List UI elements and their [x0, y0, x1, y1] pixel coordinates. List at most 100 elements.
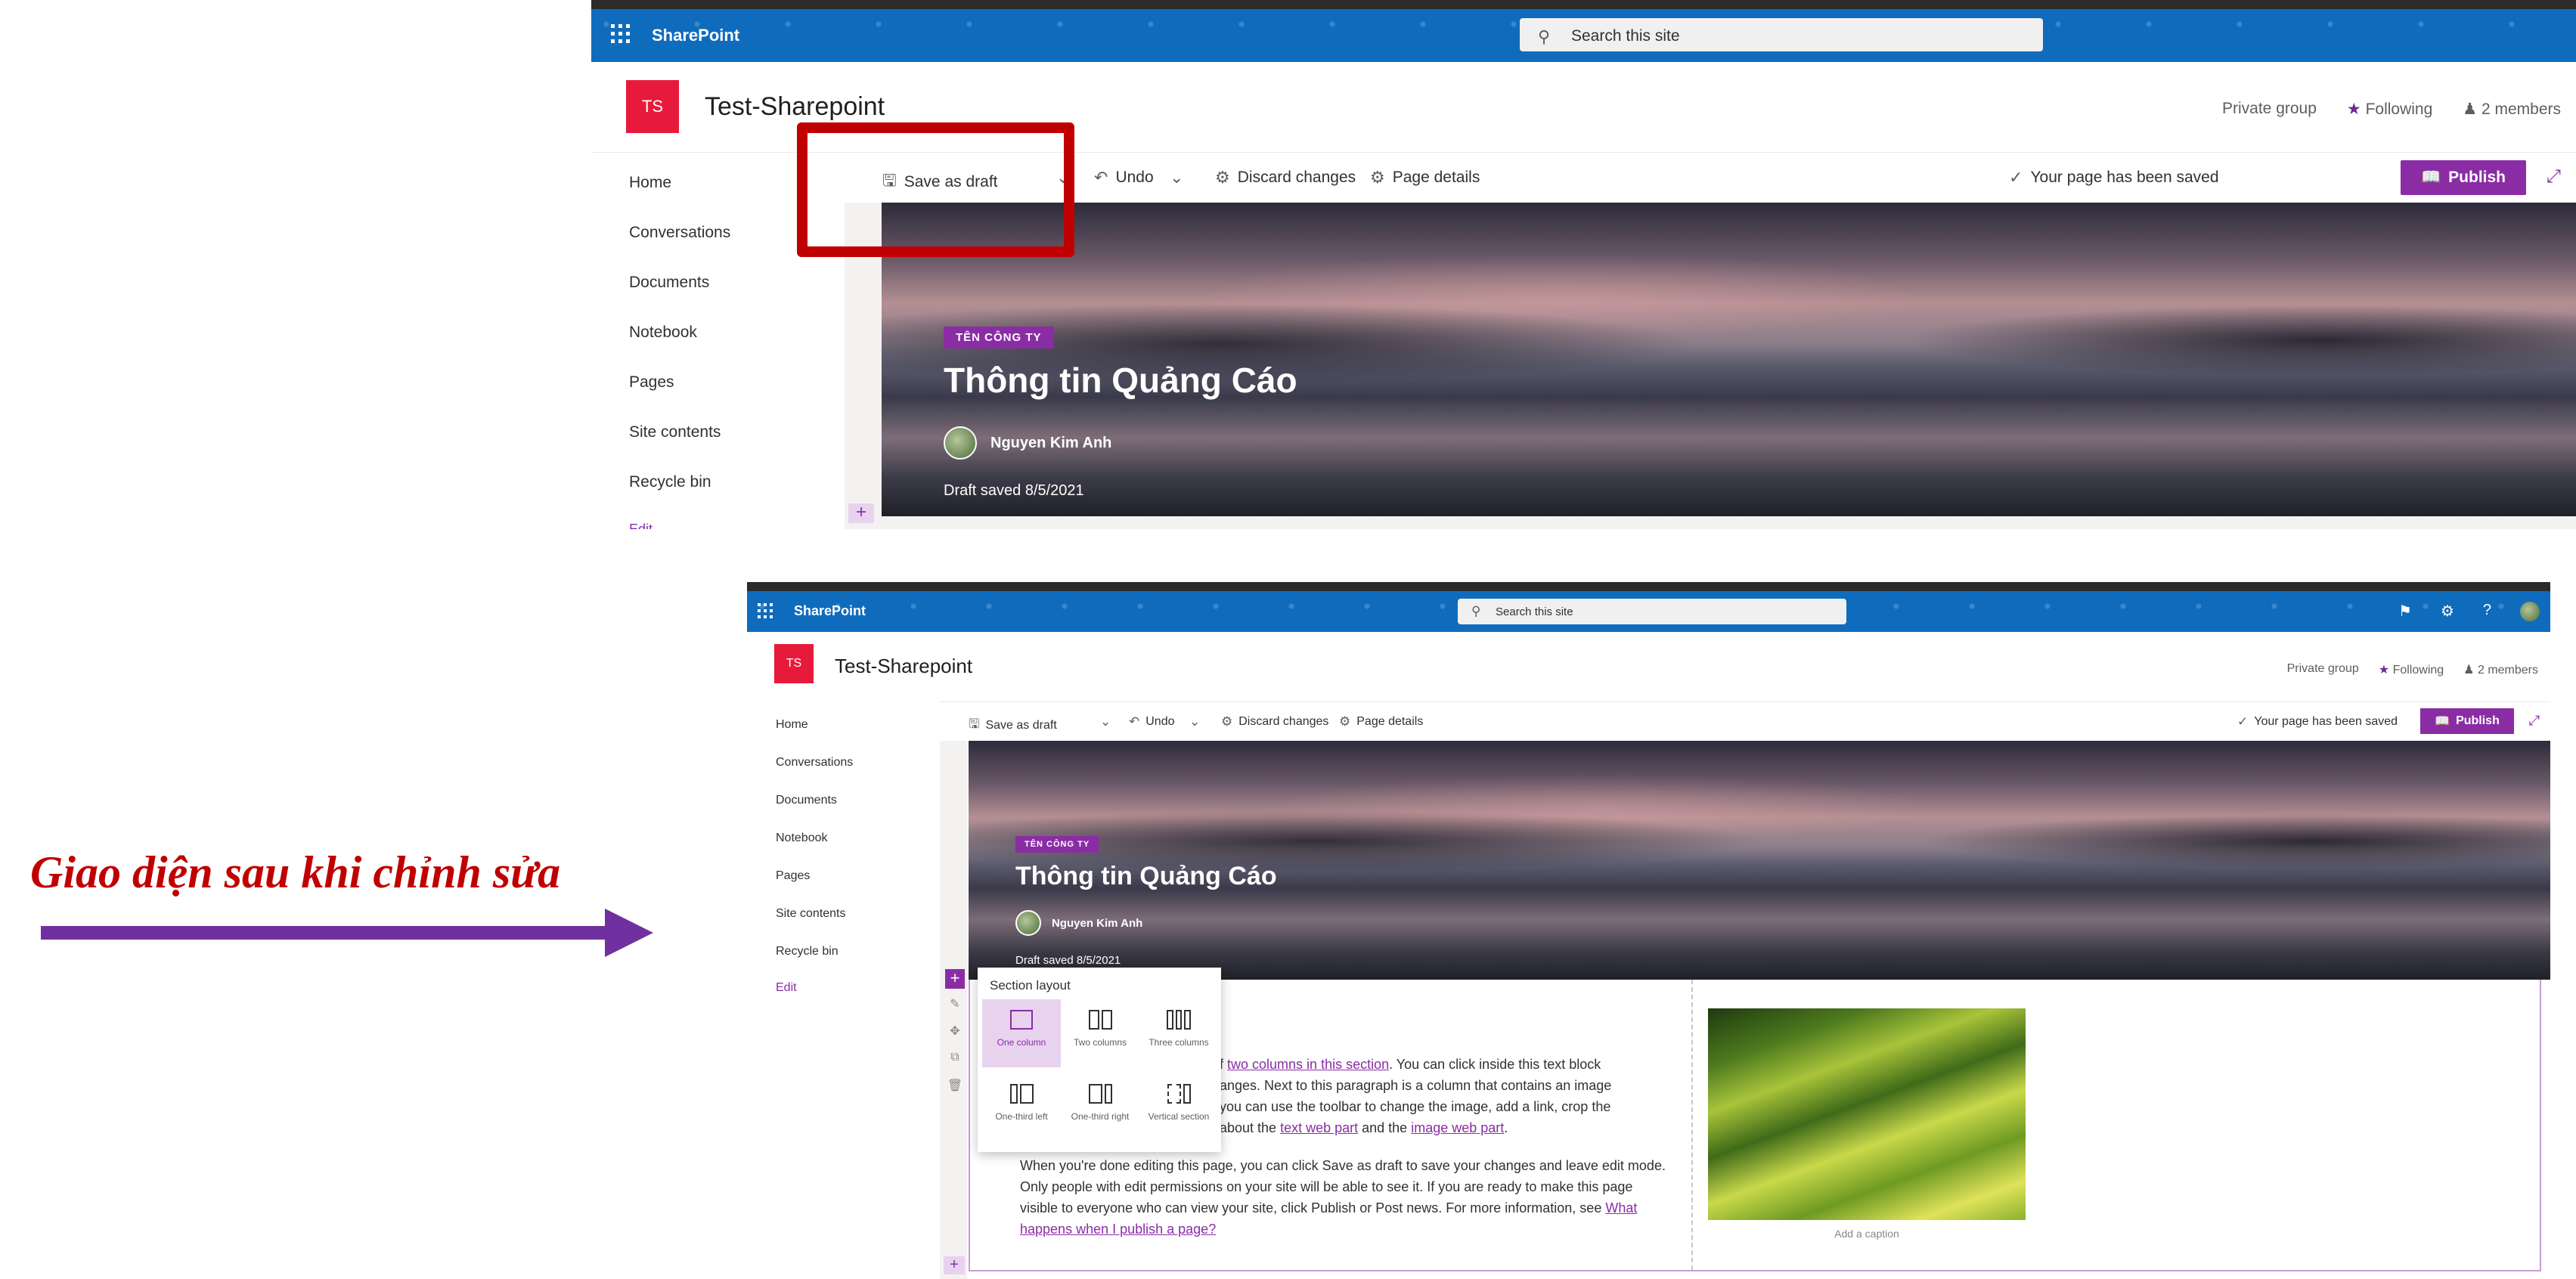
layout-one-third-right[interactable]: One-third right [1061, 1073, 1139, 1141]
settings-gear-icon[interactable]: ⚙ [2441, 602, 2454, 621]
megaphone-icon[interactable]: ⚑ [2398, 602, 2412, 621]
one-column-icon [1009, 1010, 1034, 1030]
app-name[interactable]: SharePoint [794, 603, 866, 619]
site-title[interactable]: Test-Sharepoint [705, 92, 885, 122]
search-placeholder: Search this site [1571, 27, 1680, 45]
app-launcher-icon[interactable] [611, 24, 631, 44]
follow-button[interactable]: ★ Following [2379, 662, 2444, 677]
gear-icon: ⚙ [1339, 714, 1351, 729]
expand-icon[interactable]: ⤢ [2547, 166, 2561, 187]
expand-icon[interactable]: ⤢ [2529, 713, 2540, 729]
layout-label: One-third left [995, 1111, 1048, 1122]
move-section-icon[interactable]: ✥ [945, 1024, 965, 1051]
discard-changes-button[interactable]: ⚙ Discard changes [1221, 714, 1328, 729]
hero-topic-tag[interactable]: TÊN CÔNG TY [1015, 836, 1099, 853]
nav-item-home[interactable]: Home [776, 718, 808, 732]
publish-button[interactable]: 📖 Publish [2420, 708, 2514, 734]
image-caption[interactable]: Add a caption [1708, 1228, 2026, 1240]
avatar [1015, 910, 1041, 936]
two-columns-link[interactable]: two columns in this section [1227, 1057, 1389, 1072]
publish-button[interactable]: 📖 Publish [2401, 160, 2526, 195]
hero-title[interactable]: Thông tin Quảng Cáo [1015, 862, 1277, 891]
undo-button[interactable]: ↶ Undo [1094, 168, 1154, 187]
follow-label: Following [2392, 664, 2444, 677]
nav-item-documents[interactable]: Documents [629, 274, 709, 292]
members-button[interactable]: ♟ 2 members [2463, 662, 2538, 677]
star-icon: ★ [2378, 664, 2390, 677]
help-icon[interactable]: ? [2483, 602, 2491, 621]
site-title[interactable]: Test-Sharepoint [835, 655, 972, 678]
save-dropdown-chevron-icon[interactable]: ⌄ [1100, 714, 1111, 729]
discard-changes-label: Discard changes [1237, 169, 1356, 186]
page-details-button[interactable]: ⚙ Page details [1339, 714, 1423, 729]
account-avatar[interactable] [2520, 602, 2540, 621]
nav-item-documents[interactable]: Documents [776, 794, 837, 807]
column-separator [1691, 980, 1693, 1270]
star-icon: ★ [2346, 101, 2361, 118]
page-details-button[interactable]: ⚙ Page details [1370, 168, 1480, 187]
members-label: 2 members [2477, 664, 2538, 677]
hero-banner[interactable]: TÊN CÔNG TY Thông tin Quảng Cáo Nguyen K… [882, 203, 2576, 516]
check-icon: ✓ [2009, 168, 2023, 187]
follow-button[interactable]: ★ Following [2347, 100, 2432, 119]
delete-section-icon[interactable]: 🗑 [945, 1078, 965, 1105]
image-web-part[interactable] [1708, 1008, 2026, 1220]
nav-item-conversations[interactable]: Conversations [776, 756, 853, 770]
members-button[interactable]: ♟ 2 members [2463, 100, 2561, 119]
publish-label: Publish [2456, 714, 2500, 727]
search-box[interactable]: ⚲ Search this site [1520, 18, 2043, 51]
page-details-label: Page details [1356, 715, 1424, 728]
privacy-label: Private group [2286, 662, 2359, 675]
save-as-draft-label: Save as draft [985, 718, 1057, 732]
text-web-part-link[interactable]: text web part [1280, 1120, 1358, 1135]
nav-edit-link[interactable]: Edit [629, 522, 653, 529]
nav-item-home[interactable]: Home [629, 174, 671, 192]
vertical-section-icon [1167, 1084, 1191, 1104]
save-as-draft-button[interactable]: 🖫 Save as draft [969, 714, 1057, 736]
nav-item-notebook[interactable]: Notebook [776, 832, 828, 845]
nav-item-site-contents[interactable]: Site contents [629, 423, 721, 441]
hero-banner[interactable]: TÊN CÔNG TY Thông tin Quảng Cáo Nguyen K… [969, 741, 2550, 980]
discard-icon: ⚙ [1215, 168, 1230, 187]
save-icon: 🖫 [969, 717, 980, 731]
book-icon: 📖 [2435, 715, 2450, 728]
hero-topic-tag[interactable]: TÊN CÔNG TY [944, 327, 1054, 348]
nav-edit-link[interactable]: Edit [776, 981, 797, 995]
discard-icon: ⚙ [1221, 714, 1233, 729]
nav-item-site-contents[interactable]: Site contents [776, 907, 846, 921]
undo-dropdown-chevron-icon[interactable]: ⌄ [1189, 714, 1200, 729]
add-section-bottom-plus-icon[interactable]: + [944, 1256, 965, 1274]
nav-item-notebook[interactable]: Notebook [629, 324, 697, 342]
undo-icon: ↶ [1129, 714, 1140, 729]
layout-one-third-left[interactable]: One-third left [982, 1073, 1061, 1141]
undo-dropdown-chevron-icon[interactable]: ⌄ [1170, 168, 1183, 187]
duplicate-section-icon[interactable]: ⧉ [945, 1051, 965, 1078]
search-box[interactable]: ⚲ Search this site [1458, 599, 1846, 624]
nav-item-pages[interactable]: Pages [629, 373, 674, 392]
three-columns-icon [1167, 1010, 1192, 1030]
undo-label: Undo [1145, 715, 1175, 728]
site-logo[interactable]: TS [626, 80, 679, 133]
draft-status: Draft saved 8/5/2021 [1015, 954, 1121, 967]
app-name[interactable]: SharePoint [652, 26, 739, 45]
discard-changes-button[interactable]: ⚙ Discard changes [1215, 168, 1356, 187]
hero-title[interactable]: Thông tin Quảng Cáo [944, 360, 1297, 401]
undo-button[interactable]: ↶ Undo [1129, 714, 1175, 729]
image-web-part-link[interactable]: image web part [1411, 1120, 1504, 1135]
layout-label: One-third right [1071, 1111, 1130, 1122]
layout-three-columns[interactable]: Three columns [1139, 999, 1218, 1067]
layout-two-columns[interactable]: Two columns [1061, 999, 1139, 1067]
layout-one-column[interactable]: One column [982, 999, 1061, 1067]
nav-item-recycle-bin[interactable]: Recycle bin [629, 473, 711, 491]
avatar [944, 426, 977, 460]
nav-item-pages[interactable]: Pages [776, 869, 810, 883]
site-logo[interactable]: TS [774, 644, 814, 683]
nav-item-recycle-bin[interactable]: Recycle bin [776, 945, 839, 958]
nav-item-conversations[interactable]: Conversations [629, 224, 730, 242]
layout-vertical-section[interactable]: Vertical section [1139, 1073, 1218, 1141]
edit-section-icon[interactable]: ✎ [945, 996, 965, 1024]
app-launcher-icon[interactable] [758, 603, 773, 618]
add-section-plus-icon[interactable]: + [945, 969, 965, 989]
add-section-plus-icon[interactable]: + [848, 503, 874, 523]
check-icon: ✓ [2237, 714, 2249, 729]
